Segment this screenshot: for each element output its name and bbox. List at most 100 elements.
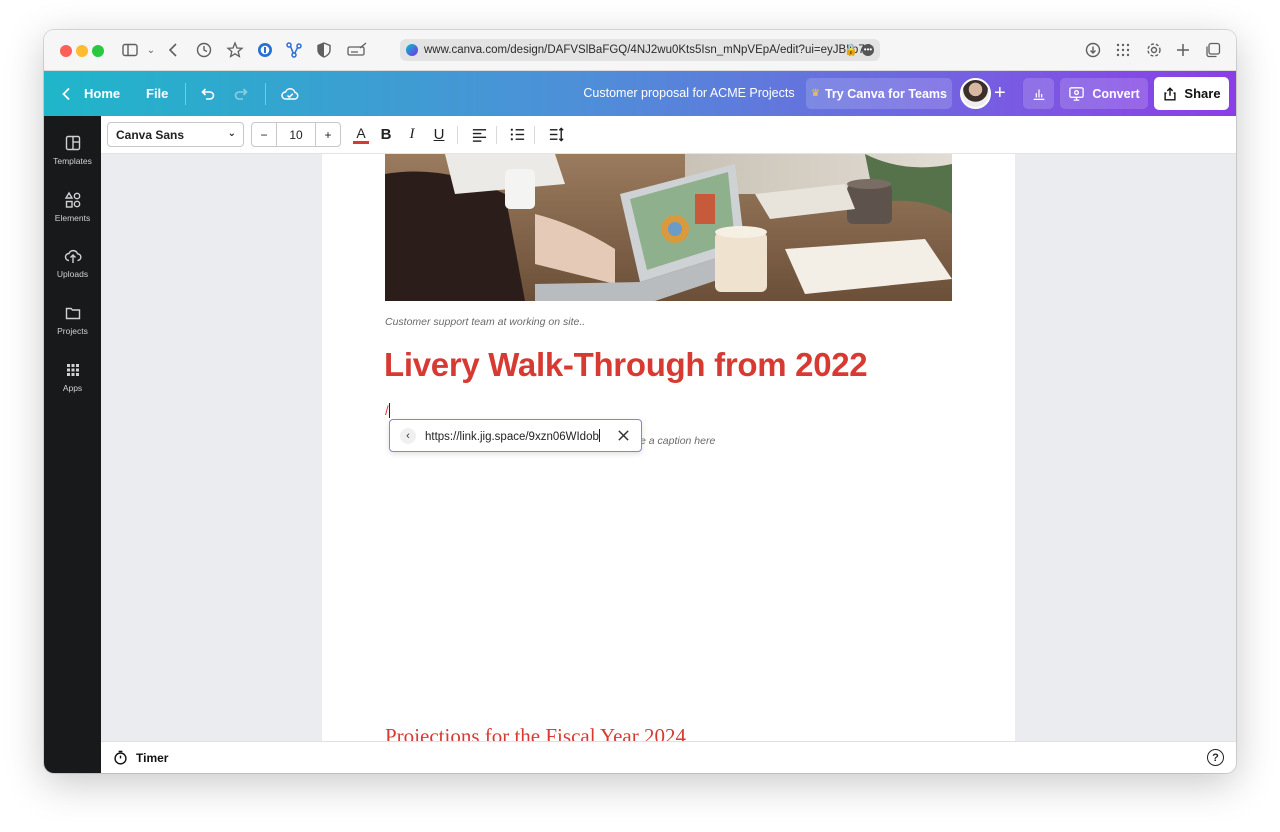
upload-share-icon xyxy=(1164,86,1177,100)
sidebar-item-label: Uploads xyxy=(56,269,89,279)
align-left-icon xyxy=(472,129,486,142)
share-network-icon[interactable] xyxy=(284,40,304,60)
section-heading[interactable]: Livery Walk-Through from 2022 xyxy=(384,346,868,384)
sidebar-item-projects[interactable]: Projects xyxy=(44,298,101,348)
add-collaborator-button[interactable]: + xyxy=(994,71,1006,116)
toolbar-divider xyxy=(457,126,458,144)
timer-button[interactable]: Timer xyxy=(113,750,168,765)
undo-button[interactable] xyxy=(198,71,216,116)
tabs-icon[interactable] xyxy=(1203,40,1223,60)
zoom-window-button[interactable] xyxy=(92,45,104,57)
back-icon[interactable] xyxy=(164,40,184,60)
toolbar-divider xyxy=(496,126,497,144)
help-button[interactable]: ? xyxy=(1207,749,1224,766)
teams-label: Try Canva for Teams xyxy=(824,86,947,101)
avatar[interactable] xyxy=(960,78,991,109)
sidebar-item-elements[interactable]: Elements xyxy=(44,185,101,235)
caption-placeholder[interactable]: e a caption here xyxy=(640,435,715,447)
link-url-text: https://link.jig.space/9xzn06WIdob xyxy=(425,431,599,443)
text-caret xyxy=(389,403,390,418)
sidebar-item-templates[interactable]: Templates xyxy=(44,128,101,178)
crown-icon: ♛ xyxy=(810,88,820,99)
home-button[interactable]: Home xyxy=(58,71,120,116)
text-toolbar: Canva Sans ⌄ − 10 + A B I U xyxy=(101,116,1236,154)
font-size-increase-button[interactable]: + xyxy=(316,123,340,146)
home-label: Home xyxy=(84,86,121,101)
popover-close-button[interactable] xyxy=(614,426,632,444)
star-icon[interactable] xyxy=(225,40,245,60)
redo-icon xyxy=(234,87,248,100)
address-bar[interactable]: www.canva.com/design/DAFVSlBaFGQ/4NJ2wu0… xyxy=(400,39,880,61)
fiscal-year-heading[interactable]: Projections for the Fiscal Year 2024 xyxy=(385,724,686,741)
history-icon[interactable] xyxy=(194,40,214,60)
sidebar-item-label: Elements xyxy=(54,213,91,223)
bar-chart-icon xyxy=(1033,89,1044,100)
sidebar-icon[interactable] xyxy=(120,40,140,60)
popover-back-button[interactable]: ‹ xyxy=(400,428,416,444)
grid-icon[interactable] xyxy=(1113,40,1133,60)
sidebar-item-label: Projects xyxy=(57,326,88,336)
templates-icon xyxy=(65,135,80,151)
shield-icon[interactable] xyxy=(314,40,334,60)
side-panel: Templates Elements Uploads Projects Apps xyxy=(44,116,101,773)
underline-button[interactable]: U xyxy=(427,122,451,147)
sidebar-item-label: Apps xyxy=(62,383,83,393)
italic-icon: I xyxy=(409,126,415,142)
redo-button[interactable] xyxy=(233,71,251,116)
plus-icon[interactable] xyxy=(1173,40,1193,60)
bold-icon: B xyxy=(380,126,392,143)
lock-icon: 🔒 xyxy=(844,44,858,56)
convert-button[interactable]: Convert xyxy=(1060,78,1148,109)
font-family-dropdown[interactable]: Canva Sans ⌄ xyxy=(107,122,244,147)
extension-icon[interactable] xyxy=(345,40,369,60)
timer-icon xyxy=(114,750,127,765)
apps-icon xyxy=(66,364,79,376)
header-divider-2 xyxy=(265,83,266,105)
browser-toolbar: ⌄ www.canva.com/design/DAFVSlBaFGQ/4NJ2w… xyxy=(44,30,1236,71)
bullet-list-button[interactable] xyxy=(505,122,529,147)
insights-button[interactable] xyxy=(1023,78,1054,109)
toolbar-divider xyxy=(534,126,535,144)
chevron-down-icon[interactable]: ⌄ xyxy=(141,40,161,60)
image-caption[interactable]: Customer support team at working on site… xyxy=(385,316,585,328)
file-menu-button[interactable]: File xyxy=(146,71,168,116)
sidebar-item-uploads[interactable]: Uploads xyxy=(44,241,101,291)
spacing-button[interactable] xyxy=(544,122,568,147)
underline-icon: U xyxy=(433,126,445,143)
close-icon xyxy=(617,429,629,441)
sidebar-item-label: Templates xyxy=(53,156,92,166)
try-canva-teams-button[interactable]: ♛ Try Canva for Teams xyxy=(806,78,952,109)
convert-icon xyxy=(1069,87,1085,101)
cloud-check-icon xyxy=(281,87,299,100)
text-color-button[interactable]: A xyxy=(349,122,373,147)
document-title[interactable]: Customer proposal for ACME Projects xyxy=(564,71,814,116)
align-left-button[interactable] xyxy=(467,122,491,147)
browser-window: ⌄ www.canva.com/design/DAFVSlBaFGQ/4NJ2w… xyxy=(44,30,1236,773)
close-window-button[interactable] xyxy=(60,45,72,57)
download-icon[interactable] xyxy=(1083,40,1103,60)
upload-icon xyxy=(64,249,81,263)
timer-label: Timer xyxy=(136,750,169,765)
chevron-left-icon xyxy=(62,87,70,100)
more-icon[interactable]: ••• xyxy=(862,44,874,56)
undo-icon xyxy=(201,87,215,100)
share-button[interactable]: Share xyxy=(1154,77,1229,110)
elements-icon xyxy=(64,191,80,208)
sidebar-item-apps[interactable]: Apps xyxy=(44,355,101,405)
minimize-window-button[interactable] xyxy=(76,45,88,57)
font-size-input[interactable]: 10 xyxy=(276,123,316,146)
gear-icon[interactable] xyxy=(1144,40,1164,60)
file-label: File xyxy=(146,86,169,101)
document-page[interactable]: Customer support team at working on site… xyxy=(322,154,1015,741)
bullet-list-icon xyxy=(510,128,524,141)
font-size-decrease-button[interactable]: − xyxy=(252,123,276,146)
bold-button[interactable]: B xyxy=(374,122,398,147)
url-text: www.canva.com/design/DAFVSlBaFGQ/4NJ2wu0… xyxy=(424,44,874,56)
share-label: Share xyxy=(1184,86,1221,101)
italic-button[interactable]: I xyxy=(400,122,424,147)
office-team-photo[interactable] xyxy=(385,154,952,301)
text-color-icon: A xyxy=(356,124,366,141)
link-url-input[interactable]: https://link.jig.space/9xzn06WIdob xyxy=(425,429,600,443)
password-icon[interactable] xyxy=(255,40,275,60)
cloud-saved-button[interactable] xyxy=(280,71,300,116)
